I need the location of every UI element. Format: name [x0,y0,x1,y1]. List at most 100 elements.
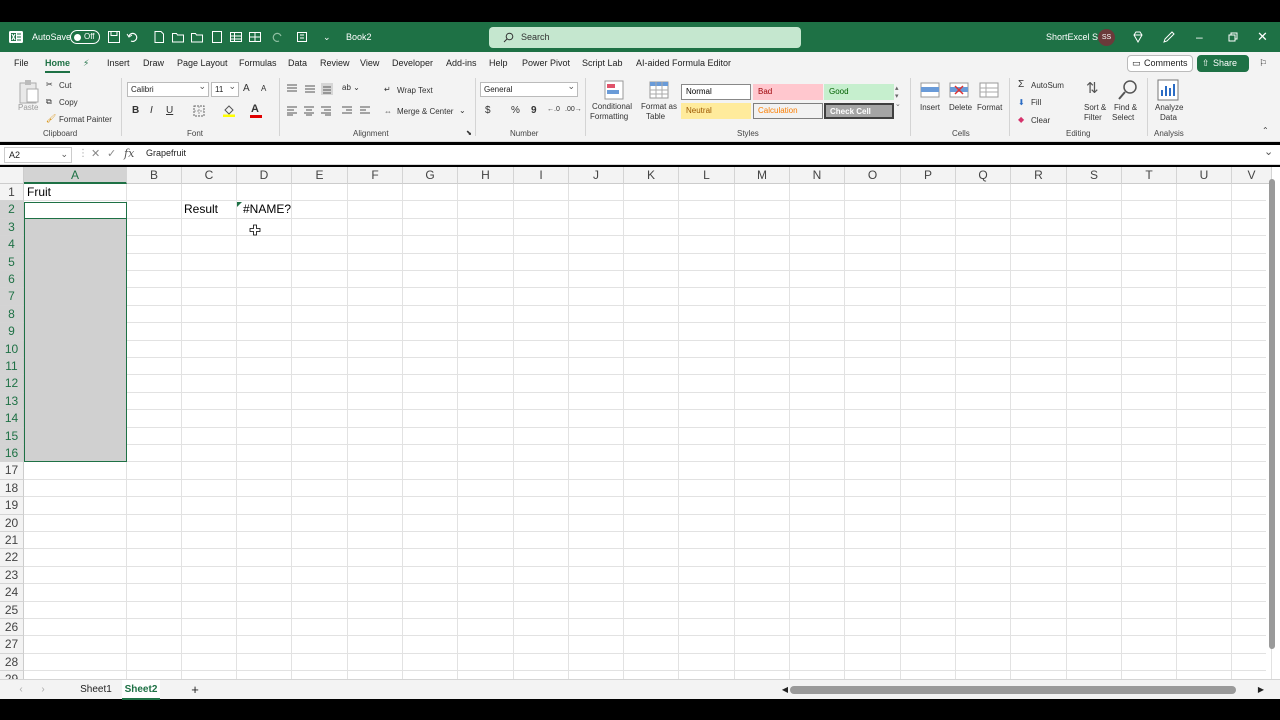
avatar[interactable]: SS [1098,29,1115,46]
select-all-corner[interactable] [0,167,24,184]
row-header-10[interactable]: 10 [0,340,24,358]
row-header-9[interactable]: 9 [0,323,24,341]
row-header-7[interactable]: 7 [0,288,24,306]
column-header-d[interactable]: D [237,167,292,184]
comma-button[interactable]: 9 [531,105,537,116]
tab-help[interactable]: Help [489,52,508,74]
italic-button[interactable]: I [150,105,153,116]
feedback-icon[interactable]: ⚐ [1259,52,1267,74]
row-header-12[interactable]: 12 [0,375,24,393]
tab-view[interactable]: View [360,52,379,74]
conditional-formatting-icon[interactable] [603,79,625,101]
row-header-25[interactable]: 25 [0,601,24,619]
table-icon[interactable] [229,30,243,44]
formula-content[interactable]: Grapefruit [146,148,186,158]
style-bad[interactable]: Bad [753,84,823,100]
spreadsheet-grid[interactable]: A B C D E F G H I J K L M N O P Q R S T U V 1 2 3 4 5 6 7 8 9 10 11 12 13 1… [0,167,1280,679]
merge-dropdown-icon[interactable]: ⌄ [459,106,466,115]
borders-icon[interactable] [193,105,206,117]
scroll-right-icon[interactable]: ▶ [1256,680,1266,700]
chevron-down-icon[interactable]: ⌄ [60,147,68,161]
open-folder-icon[interactable] [171,30,185,44]
format-cells-icon[interactable] [978,79,1000,101]
row-header-4[interactable]: 4 [0,236,24,254]
increase-decimal-icon[interactable]: ←.0 [547,106,560,113]
font-color-icon[interactable]: A [251,103,259,115]
tab-data[interactable]: Data [288,52,307,74]
row-header-11[interactable]: 11 [0,358,24,376]
vertical-align-icons[interactable] [286,83,346,95]
row-header-18[interactable]: 18 [0,479,24,498]
column-header-u[interactable]: U [1177,167,1232,184]
restore-icon[interactable] [1226,30,1240,44]
add-sheet-button[interactable]: + [188,680,202,700]
diamond-icon[interactable] [1131,30,1145,44]
name-box[interactable]: A2 ⌄ [4,147,72,163]
collapse-ribbon-icon[interactable]: ⌃ [1262,126,1269,135]
prev-sheet-icon[interactable]: ‹ [16,680,26,700]
enter-icon[interactable]: ✓ [107,147,116,160]
underline-button[interactable]: U [166,105,173,116]
tab-sheet1[interactable]: Sheet1 [74,680,118,700]
tab-draw[interactable]: Draw [143,52,164,74]
clear-label[interactable]: Clear [1031,116,1050,125]
row-header-28[interactable]: 28 [0,653,24,672]
insert-cells-icon[interactable] [919,79,941,101]
sort-filter-label[interactable]: Sort & [1084,103,1106,112]
grow-font-button[interactable]: A [243,83,250,94]
copy-label[interactable]: Copy [59,98,78,107]
folder-icon[interactable] [190,30,204,44]
format-label[interactable]: Format [977,103,1002,112]
column-header-s[interactable]: S [1067,167,1122,184]
column-header-q[interactable]: Q [956,167,1011,184]
font-name-select[interactable]: Calibri [127,80,209,97]
autosum-icon[interactable]: Σ [1018,79,1024,90]
tab-developer[interactable]: Developer [392,52,433,74]
find-select-label-2[interactable]: Select [1112,113,1134,122]
tab-script-lab[interactable]: Script Lab [582,52,623,74]
bold-button[interactable]: B [132,105,139,116]
column-header-l[interactable]: L [679,167,735,184]
fill-icon[interactable]: ⬇ [1018,98,1025,107]
column-header-h[interactable]: H [458,167,514,184]
copy-icon[interactable]: ⧉ [46,97,52,107]
lightning-icon[interactable]: ⚡ [83,52,89,74]
active-cell[interactable] [24,202,127,219]
column-header-r[interactable]: R [1011,167,1067,184]
error-indicator-icon[interactable] [237,202,242,207]
orientation-icon[interactable]: ab ⌄ [342,83,360,92]
row-header-22[interactable]: 22 [0,549,24,567]
row-header-6[interactable]: 6 [0,271,24,289]
column-header-c[interactable]: C [182,167,237,184]
insert-function-icon[interactable]: fx [124,147,134,160]
tab-insert[interactable]: Insert [107,52,130,74]
style-normal[interactable]: Normal [681,84,751,100]
autosave-toggle[interactable]: Off [70,30,100,44]
style-check-cell[interactable]: Check Cell [824,103,894,119]
fill-color-icon[interactable] [222,104,236,117]
result-value-cell[interactable]: #NAME? [243,201,291,218]
customize-toolbar-icon[interactable] [296,30,310,44]
style-calculation[interactable]: Calculation [753,103,823,119]
column-header-p[interactable]: P [901,167,956,184]
vertical-scroll-thumb[interactable] [1269,179,1275,649]
row-header-21[interactable]: 21 [0,532,24,550]
insert-label[interactable]: Insert [920,103,940,112]
analyze-data-icon[interactable] [1156,78,1180,102]
format-painter-label[interactable]: Format Painter [59,115,112,124]
tab-add-ins[interactable]: Add-ins [446,52,477,74]
shrink-font-button[interactable]: A [261,84,266,93]
comments-button[interactable]: ▭ Comments [1127,55,1193,72]
row-header-20[interactable]: 20 [0,514,24,532]
vertical-scrollbar[interactable] [1268,177,1276,667]
percent-button[interactable]: % [511,105,520,116]
fill-label[interactable]: Fill [1031,98,1041,107]
cut-icon[interactable]: ✂ [46,80,53,89]
expand-formula-icon[interactable]: ⌄ [1264,145,1273,158]
share-button[interactable]: ⇧ Share [1197,55,1249,72]
column-header-m[interactable]: M [735,167,790,184]
row-header-3[interactable]: 3 [0,218,24,237]
row-header-29[interactable]: 29 [0,671,24,679]
close-icon[interactable]: ✕ [1257,22,1268,52]
analyze-data-label-2[interactable]: Data [1160,113,1177,122]
